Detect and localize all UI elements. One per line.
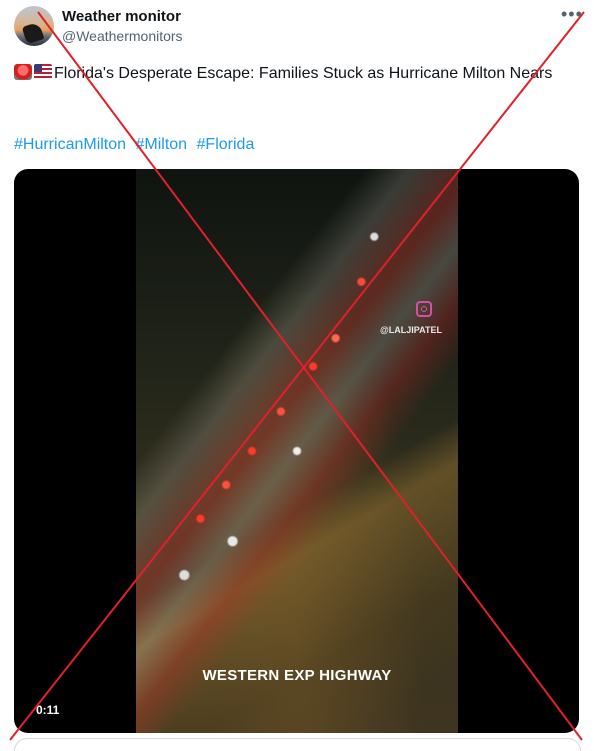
video-frame: @LALJIPATEL WESTERN EXP HIGHWAY (136, 169, 458, 733)
police-light-icon (14, 64, 32, 80)
hashtag-link[interactable]: #Milton (136, 136, 188, 153)
video-watermark: @LALJIPATEL (380, 325, 442, 335)
hashtag-link[interactable]: #Florida (197, 136, 255, 153)
car-lights (136, 169, 458, 733)
video-caption: WESTERN EXP HIGHWAY (202, 667, 392, 684)
hashtag-link[interactable]: #HurricanMilton (14, 136, 126, 153)
more-dots-icon[interactable]: ••• (561, 4, 583, 25)
hashtags: #HurricanMilton #Milton #Florida (14, 134, 259, 156)
us-flag-icon (34, 64, 52, 80)
avatar[interactable] (14, 6, 54, 46)
avatar-figure (21, 21, 45, 45)
instagram-icon (416, 301, 432, 317)
video-player[interactable]: @LALJIPATEL WESTERN EXP HIGHWAY 0:11 (14, 169, 579, 733)
post-body: Florida's Desperate Escape: Families Stu… (54, 65, 553, 82)
author-name[interactable]: Weather monitor (62, 8, 181, 25)
post-text: Florida's Desperate Escape: Families Stu… (14, 62, 574, 85)
video-duration: 0:11 (32, 702, 64, 718)
author-handle[interactable]: @Weathermonitors (62, 28, 183, 44)
